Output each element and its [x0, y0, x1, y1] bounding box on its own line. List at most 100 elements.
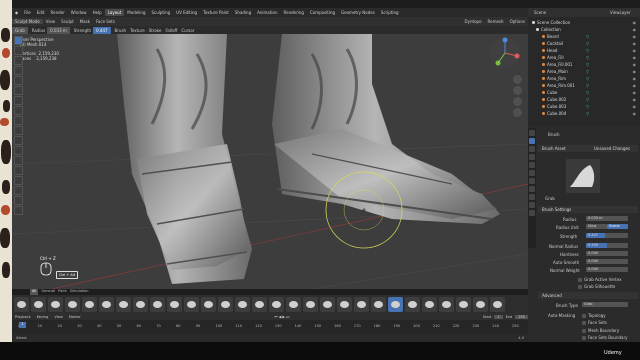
outliner-item[interactable]: Head ◉ ▽ — [528, 48, 640, 54]
visibility-eye-icon[interactable]: ◉ — [633, 62, 637, 68]
render-tab-icon[interactable] — [529, 146, 535, 152]
world-tab-icon[interactable] — [529, 178, 535, 184]
view-layer-selector[interactable]: ViewLayer — [610, 10, 631, 15]
brush-thumb-14[interactable] — [235, 296, 250, 312]
tab-layout[interactable]: Layout — [104, 9, 125, 16]
brush-thumb-21[interactable] — [354, 296, 369, 312]
box-hide-tool-icon[interactable] — [14, 86, 23, 95]
prop-strength-field[interactable]: 0.447 — [586, 233, 628, 238]
object-tab-icon[interactable] — [529, 186, 535, 192]
brush-thumb-7[interactable] — [116, 296, 131, 312]
outliner-item[interactable]: Area_Rim.001 ◉ ▽ — [528, 83, 640, 89]
stroke-menu[interactable]: Stroke — [147, 28, 164, 33]
prop-hardness-field[interactable]: 0.000 — [586, 251, 628, 256]
brush-thumb-19[interactable] — [320, 296, 335, 312]
mesh-filter-tool-icon[interactable] — [14, 126, 23, 135]
tab-uv-editing[interactable]: UV Editing — [173, 9, 200, 16]
tab-rendering[interactable]: Rendering — [281, 9, 307, 16]
transform-tool-icon[interactable] — [14, 196, 23, 205]
timeline-view-menu[interactable]: View — [51, 315, 65, 319]
box-mask-tool-icon[interactable] — [14, 76, 23, 85]
options-menu[interactable]: Options — [507, 19, 528, 24]
menu-render[interactable]: Render — [48, 10, 68, 15]
radius-unit-scene[interactable]: Scene — [607, 224, 628, 229]
brush-thumb-1[interactable] — [14, 296, 29, 312]
visibility-eye-icon[interactable]: ◉ — [633, 76, 637, 82]
radius-unit-view[interactable]: View — [586, 224, 607, 229]
pan-hand-icon[interactable] — [513, 86, 522, 95]
strength-field[interactable]: 0.447 — [93, 26, 111, 34]
trim-tool-icon[interactable] — [14, 106, 23, 115]
scene-tab-icon[interactable] — [529, 170, 535, 176]
outliner-scene-collection[interactable]: Scene Collection ◉ — [528, 20, 640, 26]
brush-thumb-grab-active[interactable] — [388, 296, 403, 312]
visibility-eye-icon[interactable]: ◉ — [633, 69, 637, 75]
outliner-item[interactable]: Area_Fill.001 ◉ ▽ — [528, 62, 640, 68]
visibility-eye-icon[interactable]: ◉ — [633, 55, 637, 61]
header-menu-view[interactable]: View — [43, 19, 59, 24]
menu-file[interactable]: File — [21, 10, 34, 15]
prop-autosmooth-field[interactable]: 0.000 — [586, 259, 628, 264]
current-frame-indicator[interactable]: 1 — [19, 322, 26, 328]
menu-window[interactable]: Window — [68, 10, 90, 15]
rotate-tool-icon[interactable] — [14, 176, 23, 185]
prop-normal-radius-field[interactable]: 0.500 — [586, 243, 628, 248]
brush-thumb-26[interactable] — [439, 296, 454, 312]
grab-brush-tool-icon[interactable] — [14, 36, 23, 45]
visibility-eye-icon[interactable]: ◉ — [633, 83, 637, 89]
brush-thumb-12[interactable] — [201, 296, 216, 312]
outliner-item[interactable]: Cocktail ◉ ▽ — [528, 41, 640, 47]
radius-field[interactable]: 0.033 m — [47, 26, 70, 34]
navigation-gizmo[interactable] — [488, 36, 522, 70]
brush-thumb-8[interactable] — [133, 296, 148, 312]
outliner-item[interactable]: Cube.002 ◉ ▽ — [528, 97, 640, 103]
grid-icon[interactable] — [513, 108, 522, 117]
data-tab-icon[interactable] — [529, 202, 535, 208]
timeline-playback-menu[interactable]: Playback — [12, 315, 34, 319]
color-filter-tool-icon[interactable] — [14, 146, 23, 155]
prop-radius-field[interactable]: 0.033 m — [586, 216, 628, 221]
falloff-menu[interactable]: Falloff — [164, 28, 180, 33]
brush-thumb-24[interactable] — [405, 296, 420, 312]
brush-thumb-5[interactable] — [82, 296, 97, 312]
outliner-item[interactable]: Cube ◉ ▽ — [528, 90, 640, 96]
brush-thumb-27[interactable] — [456, 296, 471, 312]
brush-thumb-17[interactable] — [286, 296, 301, 312]
outliner-item[interactable]: Cube.003 ◉ ▽ — [528, 104, 640, 110]
visibility-eye-icon[interactable]: ◉ — [633, 48, 637, 54]
tab-animation[interactable]: Animation — [254, 9, 280, 16]
face-sets-checkbox[interactable]: Face Sets — [582, 320, 607, 325]
brush-thumb-18[interactable] — [303, 296, 318, 312]
brush-thumb-13[interactable] — [218, 296, 233, 312]
brush-thumb-10[interactable] — [167, 296, 182, 312]
tool-tab-icon[interactable] — [529, 130, 535, 136]
outliner-item[interactable]: Area_Rim ◉ ▽ — [528, 76, 640, 82]
tab-shading[interactable]: Shading — [232, 9, 254, 16]
visibility-eye-icon[interactable]: ◉ — [633, 97, 637, 103]
draw-tool-icon[interactable] — [14, 46, 23, 55]
modifier-tab-icon[interactable] — [529, 194, 535, 200]
scale-tool-icon[interactable] — [14, 186, 23, 195]
header-menu-face-sets[interactable]: Face Sets — [93, 19, 118, 24]
outliner-item[interactable]: Area_Main ◉ ▽ — [528, 69, 640, 75]
brush-selector[interactable]: Grab — [12, 26, 28, 34]
brush-settings-section[interactable]: Brush Settings — [538, 206, 638, 213]
brush-thumb-20[interactable] — [337, 296, 352, 312]
brush-thumb-25[interactable] — [422, 296, 437, 312]
zoom-icon[interactable] — [513, 75, 522, 84]
outliner-item[interactable]: Area_Fill ◉ ▽ — [528, 55, 640, 61]
brush-thumb-11[interactable] — [184, 296, 199, 312]
tab-compositing[interactable]: Compositing — [307, 9, 338, 16]
end-frame-field[interactable]: 250 — [515, 314, 529, 319]
brush-thumb-15[interactable] — [252, 296, 267, 312]
tab-scripting[interactable]: Scripting — [378, 9, 402, 16]
header-menu-mask[interactable]: Mask — [77, 19, 93, 24]
active-tool-tab-icon[interactable] — [529, 138, 535, 144]
menu-edit[interactable]: Edit — [34, 10, 48, 15]
outliner-collection[interactable]: Collection ◉ — [528, 27, 640, 33]
brush-thumb-28[interactable] — [473, 296, 488, 312]
line-project-tool-icon[interactable] — [14, 116, 23, 125]
texture-menu[interactable]: Texture — [128, 28, 147, 33]
mesh-boundary-checkbox[interactable]: Mesh Boundary — [582, 328, 619, 333]
brush-thumb-6[interactable] — [99, 296, 114, 312]
